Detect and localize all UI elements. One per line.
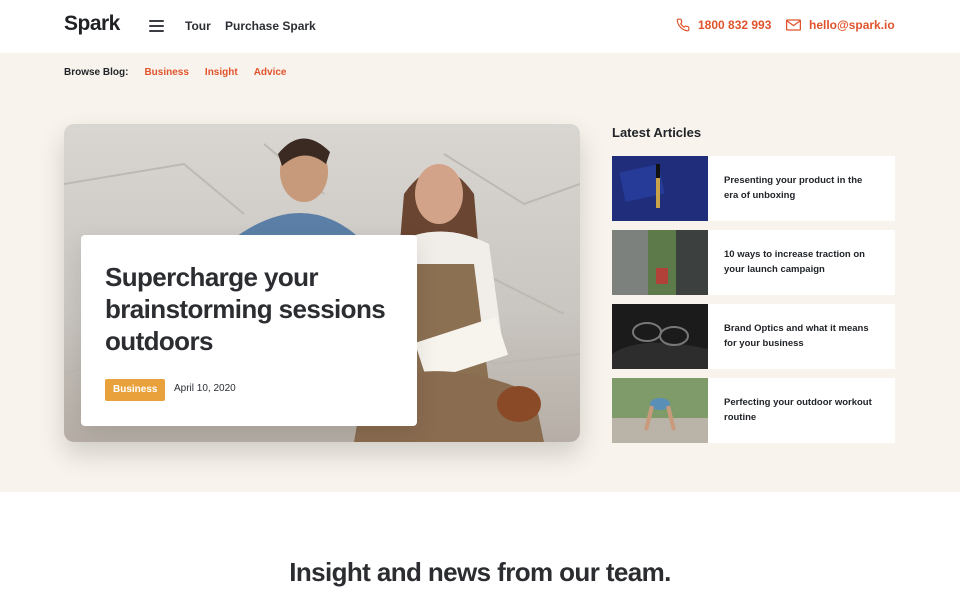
article-thumbnail bbox=[612, 378, 708, 443]
email-address: hello@spark.io bbox=[809, 18, 895, 32]
article-title: Presenting your product in the era of un… bbox=[724, 175, 863, 201]
mail-icon bbox=[786, 19, 801, 31]
article-thumbnail bbox=[612, 156, 708, 221]
article-card[interactable]: Presenting your product in the era of un… bbox=[612, 156, 895, 221]
hero-section: Browse Blog: Business Insight Advice Sup… bbox=[0, 53, 960, 492]
featured-post-panel: Supercharge your brainstorming sessions … bbox=[81, 235, 417, 426]
article-thumbnail bbox=[612, 304, 708, 369]
site-header: Spark Tour Purchase Spark 1800 832 993 h… bbox=[0, 0, 960, 53]
article-thumbnail bbox=[612, 230, 708, 295]
phone-icon bbox=[676, 18, 690, 32]
logo[interactable]: Spark bbox=[64, 12, 120, 36]
contact-email[interactable]: hello@spark.io bbox=[786, 18, 895, 32]
browse-link-advice[interactable]: Advice bbox=[254, 67, 287, 78]
browse-blog-label: Browse Blog: bbox=[64, 67, 129, 78]
article-card[interactable]: Brand Optics and what it means for your … bbox=[612, 304, 895, 369]
article-title: 10 ways to increase traction on your lau… bbox=[724, 249, 865, 275]
article-title: Perfecting your outdoor workout routine bbox=[724, 397, 872, 423]
article-card[interactable]: 10 ways to increase traction on your lau… bbox=[612, 230, 895, 295]
browse-link-insight[interactable]: Insight bbox=[205, 67, 238, 78]
post-date: April 10, 2020 bbox=[174, 383, 236, 394]
phone-number: 1800 832 993 bbox=[698, 18, 772, 32]
featured-post-title[interactable]: Supercharge your brainstorming sessions … bbox=[105, 261, 395, 357]
browse-link-business[interactable]: Business bbox=[144, 67, 188, 78]
article-title: Brand Optics and what it means for your … bbox=[724, 323, 869, 349]
nav-link-purchase[interactable]: Purchase Spark bbox=[225, 19, 316, 33]
browse-blog-bar: Browse Blog: Business Insight Advice bbox=[64, 67, 303, 78]
category-badge[interactable]: Business bbox=[105, 379, 166, 401]
section-heading: Insight and news from our team. bbox=[289, 557, 671, 587]
featured-post-card[interactable]: Supercharge your brainstorming sessions … bbox=[64, 124, 580, 442]
article-card[interactable]: Perfecting your outdoor workout routine bbox=[612, 378, 895, 443]
latest-articles-heading: Latest Articles bbox=[612, 125, 702, 140]
hamburger-menu-icon[interactable] bbox=[149, 20, 164, 32]
nav-link-tour[interactable]: Tour bbox=[185, 19, 211, 33]
contact-phone[interactable]: 1800 832 993 bbox=[676, 18, 771, 32]
